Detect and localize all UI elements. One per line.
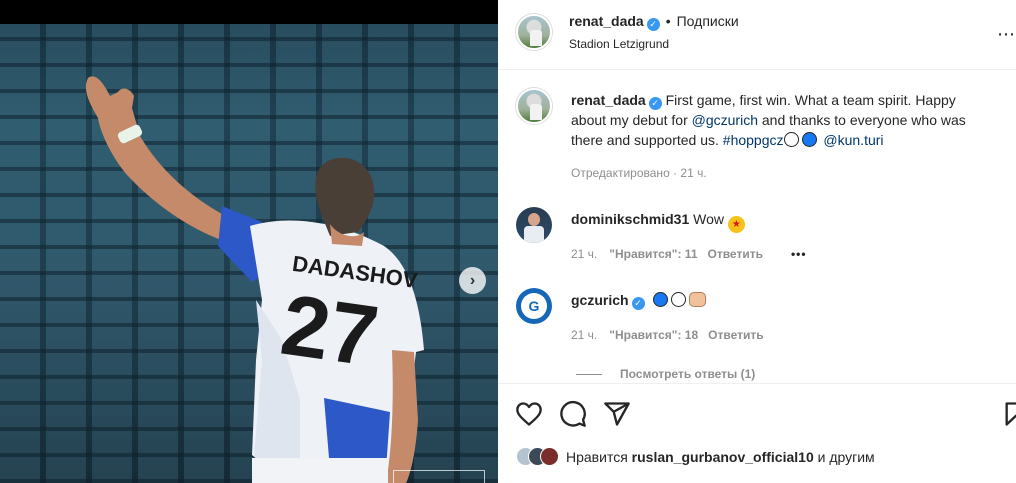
separator-dot: • [665,13,671,29]
verified-badge-icon: ✓ [648,97,662,110]
commenter-username[interactable]: dominikschmid31 [571,211,689,227]
comment-body: Wow [693,211,725,227]
bookmark-icon[interactable] [1002,400,1016,428]
liker-username[interactable]: ruslan_gurbanov_official10 [632,449,814,465]
likes-prefix: Нравится [566,448,628,465]
hashtag-link[interactable]: #hoppgcz [723,132,784,148]
comments-list: renat_dada ✓ First game, first win. What … [498,71,1016,382]
caption-text: renat_dada ✓ First game, first win. What … [571,90,991,150]
caption-meta: Отредактировано · 21 ч. [571,166,707,180]
comment-time: 21 ч. [571,247,598,261]
heart-icon[interactable] [515,400,543,428]
follow-button[interactable]: Подписки [677,13,739,29]
reply-button[interactable]: Ответить [708,328,763,342]
post-header: renat_dada ✓ • Подписки Stadion Letzigrund … [498,0,1016,70]
player-illustration: DADASHOV 27 [85,76,424,483]
blue-circle-icon [653,292,669,307]
mention-link[interactable]: @gczurich [692,112,758,128]
post-side-panel: renat_dada ✓ • Подписки Stadion Letzigrund … [498,0,1016,483]
blue-circle-icon [801,132,817,147]
gcz-logo-icon: G [521,293,547,319]
send-icon[interactable] [603,400,631,428]
white-circle-icon [783,132,799,147]
author-avatar[interactable] [516,14,552,50]
post-photo: DADASHOV 27 › [0,0,498,483]
comment-icon[interactable] [559,400,587,428]
verified-badge-icon: ✓ [631,297,645,310]
commenter-avatar[interactable]: G [516,288,552,324]
divider-line [576,374,602,376]
likes-summary: Нравится ruslan_gurbanov_official10 и др… [516,447,875,466]
caption-author-username[interactable]: renat_dada [571,92,646,108]
comment-likes[interactable]: "Нравится": 11 [609,247,697,261]
fist-emoji-icon [689,292,707,307]
comment-meta: 21 ч. "Нравится": 18 Ответить [571,328,764,342]
view-replies-label: Посмотреть ответы (1) [620,367,756,381]
post-actions: Нравится ruslan_gurbanov_official10 и др… [498,383,1016,483]
liker-avatar [540,447,559,466]
star-struck-emoji-icon: ★ [727,216,745,233]
comment-likes[interactable]: "Нравится": 18 [609,328,698,342]
likes-text: Нравится ruslan_gurbanov_official10 и др… [566,449,875,465]
commenter-avatar[interactable] [516,207,552,243]
comment-meta: 21 ч. "Нравится": 11 Ответить ••• [571,247,807,261]
mention-link[interactable]: @kun.turi [823,132,883,148]
author-username[interactable]: renat_dada [569,13,644,29]
comment-text: dominikschmid31 Wow ★ [571,209,991,233]
comment-time: 21 ч. [571,328,598,342]
caption-author-avatar[interactable] [516,88,552,124]
post-location[interactable]: Stadion Letzigrund [569,37,669,51]
comment-text: gczurich ✓ [571,290,991,310]
more-horizontal-icon[interactable]: ⋯ [997,24,1016,45]
verified-badge-icon: ✓ [646,18,660,31]
photo-tag-overlay [393,470,485,483]
likes-suffix[interactable]: и другим [818,449,875,465]
view-replies-button[interactable]: Посмотреть ответы (1) [576,367,755,381]
commenter-username[interactable]: gczurich [571,292,629,308]
chevron-right-icon: › [469,271,476,289]
reply-button[interactable]: Ответить [708,247,763,261]
white-circle-icon [671,292,687,307]
jersey-number: 27 [276,277,384,385]
next-photo-button[interactable]: › [459,267,486,294]
comment-options-icon[interactable]: ••• [791,247,807,261]
